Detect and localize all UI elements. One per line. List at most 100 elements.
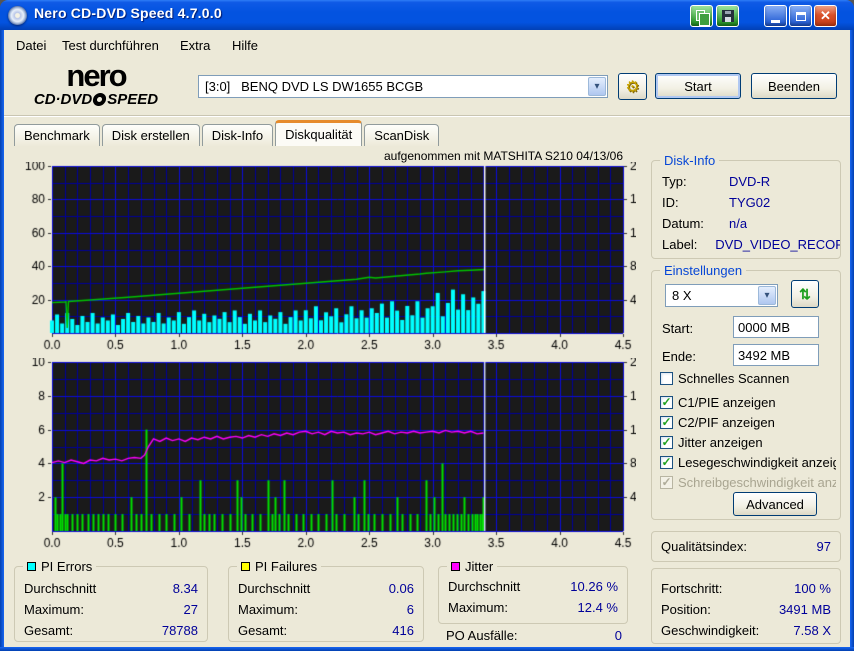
checkbox-read-speed[interactable]: Lesegeschwindigkeit anzeigen [660,454,836,470]
copy-to-clipboard-button[interactable] [690,5,713,27]
stat-row: Maximum: 27 [24,602,198,617]
start-field-label: Start: [662,321,694,336]
window-frame-left [0,30,4,651]
pi-errors-title: PI Errors [41,559,93,574]
pi-failures-panel: PI Failures Durchschnitt 0.06 Maximum: 6 G… [228,559,424,642]
checkbox-icon [660,455,673,469]
refresh-button[interactable]: ⇅ [791,280,819,308]
end-position-input[interactable] [733,344,819,366]
close-button[interactable] [814,5,837,27]
pi-errors-speed-chart [14,162,636,354]
progress-row: Fortschritt: 100 % [661,581,831,596]
pi-failures-legend-swatch [241,562,250,571]
refresh-icon: ⇅ [799,285,811,302]
toolbar-separator [4,115,850,117]
maximize-button[interactable] [789,5,812,27]
title-bar[interactable]: Nero CD-DVD Speed 4.7.0.0 [0,0,854,30]
minimize-button[interactable] [764,5,787,27]
disk-info-row: Typ: DVD-R [662,174,771,189]
advanced-button[interactable]: Advanced [733,492,817,516]
quality-index-panel: Qualitätsindex: 97 [651,531,841,562]
gear-icon: ⚙ [625,78,640,96]
checkbox-icon [660,435,673,449]
quality-index-label: Qualitätsindex: [661,539,747,554]
progress-panel: Fortschritt: 100 % Position: 3491 MB Gesch… [651,568,841,644]
stat-row: Gesamt: 78788 [24,623,198,638]
stat-row: Durchschnitt 10.26 % [448,579,618,594]
stat-row: Durchschnitt 8.34 [24,581,198,596]
save-button[interactable] [716,5,739,27]
menu-bar: Datei Test durchführen Extra Hilfe [4,30,850,58]
checkbox-icon [660,395,673,409]
checkbox-write-speed: Schreibgeschwindigkeit anzeigen [660,474,836,490]
nero-logo: nero CD·DVD SPEED [16,60,176,107]
tab-disk-erstellen[interactable]: Disk erstellen [101,124,200,146]
disc-icon [92,93,108,106]
disk-info-row: Label:DVD_VIDEO_RECORDER [662,237,840,252]
checkbox-c2-pif[interactable]: C2/PIF anzeigen [660,414,836,430]
quit-button[interactable]: Beenden [751,73,837,99]
po-failures-row: PO Ausfälle: 0 [446,628,622,643]
logo-cddvd-text: CD·DVD [33,91,93,108]
progress-row: Geschwindigkeit: 7.58 X [661,623,831,638]
scan-speed-value: 8 X [672,288,692,303]
chart-recorded-with-label: aufgenommen mit MATSHITA S210 04/13/06 [383,149,623,163]
options-button[interactable]: ⚙ [618,73,647,100]
quality-index-value: 97 [816,539,831,554]
chevron-down-icon[interactable] [588,77,606,96]
drive-select-value: [3:0] BENQ DVD LS DW1655 BCGB [205,79,424,94]
minimize-icon [771,20,780,23]
pi-errors-legend-swatch [27,562,36,571]
settings-title: Einstellungen [660,263,747,278]
chevron-down-icon[interactable] [758,286,776,305]
maximize-icon [795,11,806,21]
disk-info-title: Disk-Info [660,153,720,168]
drive-select[interactable]: [3:0] BENQ DVD LS DW1655 BCGB [198,75,608,98]
po-failures-label: PO Ausfälle: [446,628,518,643]
end-field-label: Ende: [662,349,696,364]
window-title: Nero CD-DVD Speed 4.7.0.0 [34,5,222,21]
window-frame-right [850,30,854,651]
copy-icon [695,9,710,26]
checkbox-icon [660,415,673,429]
pi-errors-panel: PI Errors Durchschnitt 8.34 Maximum: 27 Ge… [14,559,208,642]
logo-speed-text: SPEED [107,91,159,108]
start-button[interactable]: Start [655,73,741,99]
tab-benchmark[interactable]: Benchmark [14,124,100,146]
tab-disk-info[interactable]: Disk-Info [201,124,274,146]
disk-info-row: Datum: n/a [662,216,748,231]
scan-speed-select[interactable]: 8 X [665,284,778,307]
start-position-input[interactable] [733,316,819,338]
stat-row: Maximum: 6 [238,602,414,617]
tab-bar: Benchmark Disk erstellen Disk-Info Diskq… [14,120,441,146]
window-frame-bottom [0,647,854,651]
menu-datei[interactable]: Datei [12,36,50,55]
progress-row: Position: 3491 MB [661,602,831,617]
jitter-panel: Jitter Durchschnitt 10.26 % Maximum: 12.4 … [438,559,628,624]
checkbox-c1-pie[interactable]: C1/PIE anzeigen [660,394,836,410]
stat-row: Durchschnitt 0.06 [238,581,414,596]
checkbox-jitter[interactable]: Jitter anzeigen [660,434,836,450]
menu-hilfe[interactable]: Hilfe [228,36,262,55]
checkbox-icon [660,371,673,385]
checkbox-fast-scan[interactable]: Schnelles Scannen [660,370,836,386]
tab-scandisk[interactable]: ScanDisk [364,124,440,146]
floppy-save-icon [721,10,734,22]
close-icon [820,7,831,25]
menu-extra[interactable]: Extra [176,36,214,55]
nero-logo-text: nero [66,58,127,93]
disk-info-row: ID: TYG02 [662,195,771,210]
disk-info-panel: Disk-Info Typ: DVD-R ID: TYG02 Datum: n/a L… [651,153,841,259]
menu-test-durchfuehren[interactable]: Test durchführen [58,36,163,55]
pi-failures-jitter-chart [14,358,636,552]
jitter-title: Jitter [465,559,494,574]
po-failures-value: 0 [614,628,622,643]
app-window: Nero CD-DVD Speed 4.7.0.0 Datei Test dur… [0,0,854,651]
stat-row: Gesamt: 416 [238,623,414,638]
jitter-legend-swatch [451,562,460,571]
pi-failures-title: PI Failures [255,559,318,574]
tab-diskqualitaet[interactable]: Diskqualität [275,120,363,146]
app-cd-icon [8,6,27,25]
stat-row: Maximum: 12.4 % [448,600,618,615]
checkbox-icon [660,475,673,489]
